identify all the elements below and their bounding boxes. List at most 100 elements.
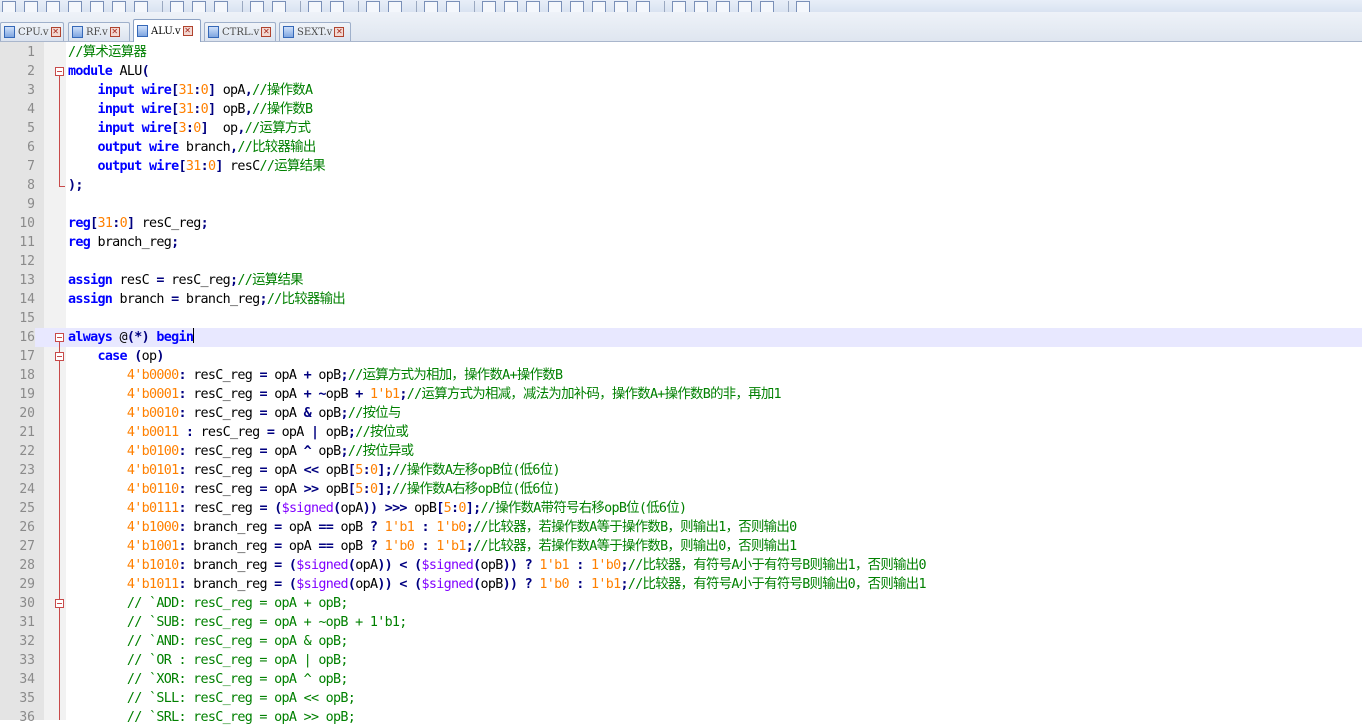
save-all-icon[interactable] [68, 1, 82, 12]
code-text[interactable]: input wire[31:0] opA,//操作数A [68, 81, 313, 100]
code-line[interactable]: 24 4'b0110: resC_reg = opA >> opB[5:0];/… [0, 480, 1362, 499]
code-line[interactable]: 19 4'b0001: resC_reg = opA + ~opB + 1'b1… [0, 385, 1362, 404]
fold-toggle-comment-icon[interactable] [55, 599, 64, 608]
code-line[interactable]: 13 assign resC = resC_reg;//运算结果 [0, 271, 1362, 290]
code-line[interactable]: 28 4'b1010: branch_reg = ($signed(opA)) … [0, 556, 1362, 575]
code-text[interactable]: input wire[31:0] opB,//操作数B [68, 100, 313, 119]
sync-v-icon[interactable] [424, 1, 438, 12]
code-text[interactable]: input wire[3:0] op,//运算方式 [68, 119, 311, 138]
code-line[interactable]: 8); [0, 176, 1362, 195]
cut-icon[interactable] [170, 1, 184, 12]
code-text[interactable]: // `AND: resC_reg = opA & opB; [68, 632, 349, 651]
code-line[interactable]: 34 // `XOR: resC_reg = opA ^ opB; [0, 670, 1362, 689]
code-line[interactable]: 23 4'b0101: resC_reg = opA << opB[5:0];/… [0, 461, 1362, 480]
save-macro-icon[interactable] [760, 1, 774, 12]
code-line[interactable]: 5 input wire[3:0] op,//运算方式 [0, 119, 1362, 138]
code-text[interactable]: 4'b1010: branch_reg = ($signed(opA)) < (… [68, 556, 927, 575]
replace-icon[interactable] [330, 1, 344, 12]
tab-alu-v[interactable]: ALU.v ✕ [133, 19, 201, 42]
code-line[interactable]: 1 //算术运算器 [0, 43, 1362, 62]
code-text[interactable]: 4'b0110: resC_reg = opA >> opB[5:0];//操作… [68, 480, 561, 499]
spellcheck-icon[interactable] [796, 1, 810, 12]
find-icon[interactable] [308, 1, 322, 12]
code-line[interactable]: 36 // `SRL: resC_reg = opA >> opB; [0, 708, 1362, 727]
code-text[interactable]: output wire branch,//比较器输出 [68, 138, 316, 157]
code-text[interactable]: reg branch_reg; [68, 233, 179, 252]
code-text[interactable]: assign resC = resC_reg;//运算结果 [68, 271, 304, 290]
tab-close-icon[interactable]: ✕ [109, 27, 120, 37]
code-text[interactable]: 4'b0010: resC_reg = opA & opB;//按位与 [68, 404, 401, 423]
code-text[interactable]: reg[31:0] resC_reg; [68, 214, 209, 233]
code-text[interactable]: 4'b0000: resC_reg = opA + opB;//运算方式为相加，… [68, 366, 563, 385]
code-text[interactable]: //算术运算器 [68, 43, 147, 62]
code-text[interactable]: 4'b0100: resC_reg = opA ^ opB;//按位异或 [68, 442, 414, 461]
code-text[interactable]: // `XOR: resC_reg = opA ^ opB; [68, 670, 349, 689]
code-text[interactable]: output wire[31:0] resC//运算结果 [68, 157, 325, 176]
code-line[interactable]: 22 4'b0100: resC_reg = opA ^ opB;//按位异或 [0, 442, 1362, 461]
monitor-icon[interactable] [636, 1, 650, 12]
code-line[interactable]: 6 output wire branch,//比较器输出 [0, 138, 1362, 157]
tab-close-icon[interactable]: ✕ [261, 27, 272, 37]
stop-macro-icon[interactable] [694, 1, 708, 12]
code-line[interactable]: 27 4'b1001: branch_reg = opA == opB ? 1'… [0, 537, 1362, 556]
sync-h-icon[interactable] [446, 1, 460, 12]
fold-toggle-module-icon[interactable] [55, 67, 64, 76]
close-icon[interactable] [90, 1, 104, 12]
tab-ctrl-v[interactable]: CTRL.v ✕ [204, 22, 276, 41]
code-text[interactable]: always @(*) begin [68, 328, 195, 347]
code-line[interactable]: 31 // `SUB: resC_reg = opA + ~opB + 1'b1… [0, 613, 1362, 632]
code-line[interactable]: 7 output wire[31:0] resC//运算结果 [0, 157, 1362, 176]
code-text[interactable]: 4'b0111: resC_reg = ($signed(opA)) >>> o… [68, 499, 687, 518]
code-text[interactable]: 4'b0101: resC_reg = opA << opB[5:0];//操作… [68, 461, 561, 480]
code-line[interactable]: 29 4'b1011: branch_reg = ($signed(opA)) … [0, 575, 1362, 594]
new-file-icon[interactable] [2, 1, 16, 12]
code-line[interactable]: 32 // `AND: resC_reg = opA & opB; [0, 632, 1362, 651]
code-line[interactable]: 30 // `ADD: resC_reg = opA + opB; [0, 594, 1362, 613]
code-line[interactable]: 12 [0, 252, 1362, 271]
paste-icon[interactable] [214, 1, 228, 12]
save-icon[interactable] [46, 1, 60, 12]
tab-rf-v[interactable]: RF.v ✕ [68, 22, 130, 41]
code-text[interactable]: // `ADD: resC_reg = opA + opB; [68, 594, 349, 613]
doc-map-icon[interactable] [570, 1, 584, 12]
indent-guide-icon[interactable] [526, 1, 540, 12]
code-line[interactable]: 21 4'b0011 : resC_reg = opA | opB;//按位或 [0, 423, 1362, 442]
code-line[interactable]: 14 assign branch = branch_reg;//比较器输出 [0, 290, 1362, 309]
function-list-icon[interactable] [592, 1, 606, 12]
code-line[interactable]: 2 module ALU( [0, 62, 1362, 81]
code-line[interactable]: 20 4'b0010: resC_reg = opA & opB;//按位与 [0, 404, 1362, 423]
code-line[interactable]: 18 4'b0000: resC_reg = opA + opB;//运算方式为… [0, 366, 1362, 385]
user-lang-icon[interactable] [548, 1, 562, 12]
close-all-icon[interactable] [112, 1, 126, 12]
tab-close-icon[interactable]: ✕ [50, 27, 61, 37]
code-line[interactable]: 15 [0, 309, 1362, 328]
redo-icon[interactable] [272, 1, 286, 12]
code-line[interactable]: 10 reg[31:0] resC_reg; [0, 214, 1362, 233]
all-chars-icon[interactable] [504, 1, 518, 12]
code-text[interactable]: assign branch = branch_reg;//比较器输出 [68, 290, 346, 309]
code-text[interactable]: // `SUB: resC_reg = opA + ~opB + 1'b1; [68, 613, 407, 632]
code-line[interactable]: 16 always @(*) begin [0, 328, 1362, 347]
tab-close-icon[interactable]: ✕ [334, 27, 345, 37]
record-macro-icon[interactable] [672, 1, 686, 12]
undo-icon[interactable] [250, 1, 264, 12]
tab-cpu-v[interactable]: CPU.v ✕ [0, 22, 64, 41]
tab-close-icon[interactable]: ✕ [182, 26, 193, 36]
play-macro-icon[interactable] [716, 1, 730, 12]
zoom-in-icon[interactable] [366, 1, 380, 12]
code-text[interactable]: 4'b1011: branch_reg = ($signed(opA)) < (… [68, 575, 927, 594]
editor[interactable]: 1//算术运算器 2 module ALU(3 input wire[31:0] o… [0, 42, 1362, 725]
code-text[interactable]: 4'b1000: branch_reg = opA == opB ? 1'b1 … [68, 518, 797, 537]
code-line[interactable]: 9 [0, 195, 1362, 214]
code-line[interactable]: 4 input wire[31:0] opB,//操作数B [0, 100, 1362, 119]
code-line[interactable]: 3 input wire[31:0] opA,//操作数A [0, 81, 1362, 100]
copy-icon[interactable] [192, 1, 206, 12]
code-text[interactable]: // `SLL: resC_reg = opA << opB; [68, 689, 356, 708]
code-line[interactable]: 11 reg branch_reg; [0, 233, 1362, 252]
code-line[interactable]: 26 4'b1000: branch_reg = opA == opB ? 1'… [0, 518, 1362, 537]
code-text[interactable]: // `SRL: resC_reg = opA >> opB; [68, 708, 356, 727]
print-icon[interactable] [134, 1, 148, 12]
code-line[interactable]: 35 // `SLL: resC_reg = opA << opB; [0, 689, 1362, 708]
code-text[interactable]: 4'b0011 : resC_reg = opA | opB;//按位或 [68, 423, 409, 442]
run-macro-icon[interactable] [738, 1, 752, 12]
